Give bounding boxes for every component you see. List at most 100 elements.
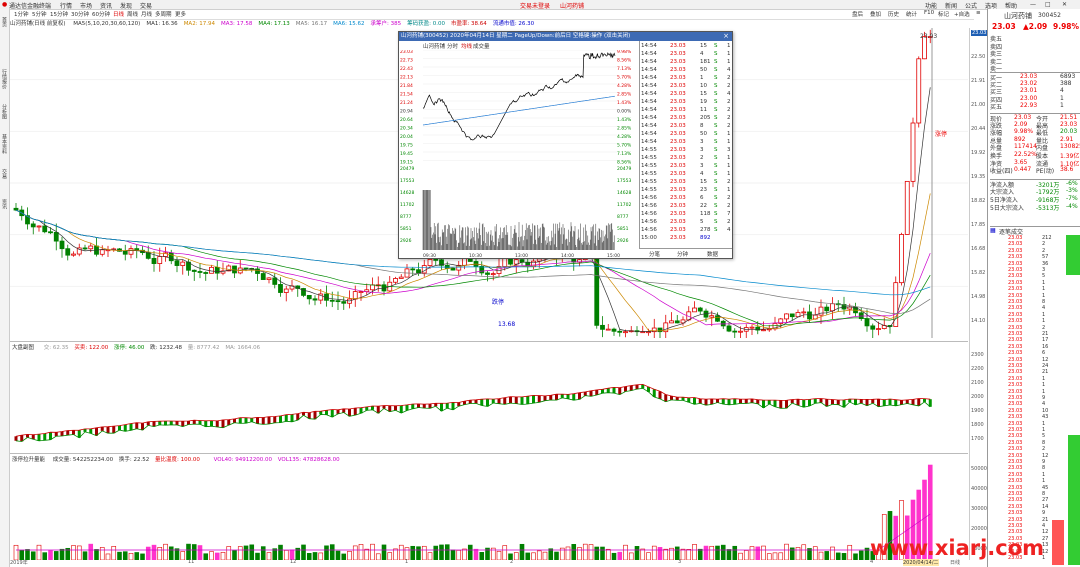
btn-panhou[interactable]: 盘后 xyxy=(852,10,863,18)
close-icon[interactable]: ✕ xyxy=(1062,1,1067,8)
trade-vol: 1 xyxy=(1042,382,1046,389)
intraday-popup[interactable]: 山河药铺(300452) 2020年04月14日 星期二 PageUp/Down… xyxy=(398,31,733,259)
order-book-cell: 23.00 xyxy=(1020,94,1038,102)
period-60min[interactable]: 60分钟 xyxy=(92,10,110,18)
ma-legend-item: MA3: 17.58 xyxy=(221,21,253,27)
tick-cell: 23.03 xyxy=(670,59,686,65)
volume-bar xyxy=(720,544,726,560)
btn-add-favorite[interactable]: +自选 xyxy=(954,10,970,18)
x-cursor-date: 2020/04/14/二 xyxy=(903,559,939,566)
popup-price-line xyxy=(422,52,616,141)
x-axis: 2019年 11 12 1 2 3 4 2020/04/14/二 日线 xyxy=(10,559,968,567)
popup-right-label: 17553 xyxy=(617,178,631,184)
popup-tab-stock[interactable]: 山河药铺 xyxy=(423,42,445,50)
popup-tab-timeshare[interactable]: 分时 xyxy=(447,42,458,50)
popup-tab-data[interactable]: 数据 xyxy=(707,250,718,258)
volume-bar xyxy=(191,544,197,560)
btn-stats[interactable]: 统计 xyxy=(906,10,917,18)
indicator-panel[interactable]: 大盘副图 交: 62.35 买卖: 122.00 涨停: 46.00 跌: 12… xyxy=(10,341,968,454)
popup-tab-minute[interactable]: 分钟 xyxy=(677,250,688,258)
popup-tab-avg[interactable]: 均线 xyxy=(461,42,472,50)
trade-vol: 6 xyxy=(1042,350,1046,357)
tick-cell: S xyxy=(714,107,718,113)
popup-close-icon[interactable]: × xyxy=(722,32,730,41)
trade-price: 23.03 xyxy=(1008,497,1023,504)
volume-panel[interactable]: 涨停拉升量能 成交量: 542252234.00 换手: 22.52 量比温度:… xyxy=(10,453,968,561)
period-monthly[interactable]: 月线 xyxy=(141,10,152,18)
candle xyxy=(88,245,94,250)
trade-vol: 24 xyxy=(1042,363,1049,369)
period-30min[interactable]: 30分钟 xyxy=(71,10,89,18)
tick-cell: 2 xyxy=(727,203,731,209)
volume-bar xyxy=(749,546,755,560)
candle xyxy=(272,277,278,285)
trade-price: 23.03 xyxy=(1008,267,1023,273)
indicator-line xyxy=(15,383,931,437)
rail-item[interactable]: 行情报价 xyxy=(1,69,8,89)
chart-title: 山河药铺(日线 前复权) xyxy=(10,21,66,27)
popup-tab-fenbi[interactable]: 分笔 xyxy=(649,250,660,258)
tick-row: 15:00 23.03 892 xyxy=(640,235,733,242)
tick-row: 14:55 23.03 23 S 1 xyxy=(640,187,733,194)
candle xyxy=(462,257,467,266)
popup-tab-volume[interactable]: 成交量 xyxy=(473,42,490,50)
period-5min[interactable]: 5分钟 xyxy=(32,10,47,18)
y-tick: 14.10 xyxy=(971,318,986,324)
x-tick: 2019年 xyxy=(10,560,28,566)
tick-cell: S xyxy=(714,51,718,57)
btn-history[interactable]: 历史 xyxy=(888,10,899,18)
period-more[interactable]: 更多 xyxy=(175,10,186,18)
rail-item[interactable]: 资讯 xyxy=(1,199,8,209)
volume-bar xyxy=(71,545,76,560)
candle xyxy=(283,288,289,293)
flow-row: 5日净流入 -9168万 -7% xyxy=(990,195,1080,204)
tick-list[interactable]: 14:54 23.03 15 S 1 14:54 23.03 4 S 1 14:54 23.03 181… xyxy=(639,41,733,248)
tick-cell: 15 xyxy=(700,179,707,185)
tick-cell: 1 xyxy=(700,75,704,81)
tick-cell: 14:55 xyxy=(641,171,657,177)
volume-bar xyxy=(226,546,232,560)
period-daily[interactable]: 日线 xyxy=(113,10,124,18)
popup-title[interactable]: 山河药铺(300452) 2020年04月14日 星期二 PageUp/Down… xyxy=(399,32,732,41)
flow-row: 大宗流入 -1792万 -3% xyxy=(990,187,1080,196)
rail-item[interactable]: 交易 xyxy=(1,169,8,179)
rail-item[interactable]: 基本资料 xyxy=(1,134,8,154)
tick-row: 14:54 23.03 3 S 1 xyxy=(640,139,733,146)
btn-overlay[interactable]: 叠加 xyxy=(870,10,881,18)
popup-left-label: 20.34 xyxy=(400,126,413,132)
btn-mark[interactable]: 标记 xyxy=(938,10,949,18)
minimize-icon[interactable]: — xyxy=(1030,1,1036,8)
tick-row: 14:54 23.03 11 S 2 xyxy=(640,107,733,114)
candle xyxy=(203,272,209,274)
maximize-icon[interactable]: □ xyxy=(1045,1,1051,8)
candle xyxy=(232,265,237,274)
period-multi[interactable]: 多周期 xyxy=(155,10,172,18)
popup-right-label: 5.70% xyxy=(617,75,632,81)
volume-bar xyxy=(301,544,306,560)
tick-cell: 14:54 xyxy=(641,123,657,129)
rail-item[interactable]: 首页 xyxy=(1,17,8,27)
tick-cell: 14:54 xyxy=(641,99,657,105)
period-weekly[interactable]: 周线 xyxy=(127,10,138,18)
period-15min[interactable]: 15分钟 xyxy=(50,10,68,18)
trade-price: 23.03 xyxy=(1008,401,1023,408)
tick-cell: 14:54 xyxy=(641,67,657,73)
popup-time-label: 13:00 xyxy=(515,253,528,258)
stats-row: 外盘117414内盘130825 xyxy=(990,143,1080,152)
period-1min[interactable]: 1分钟 xyxy=(14,10,29,18)
candle xyxy=(209,266,214,274)
tick-cell: S xyxy=(714,123,718,129)
popup-time-label: 10:30 xyxy=(469,253,482,258)
rail-item[interactable]: 分析图 xyxy=(1,104,8,119)
tick-cell: 23.03 xyxy=(670,131,686,137)
trade-price: 23.03 xyxy=(1008,247,1023,254)
tick-cell: 14:54 xyxy=(641,43,657,49)
menu-icon[interactable]: ≡ xyxy=(976,10,981,16)
tick-row: 14:55 23.03 2 S 1 xyxy=(640,155,733,162)
candle xyxy=(605,328,611,331)
tick-cell: 23.03 xyxy=(670,91,686,97)
tick-cell: 1 xyxy=(727,171,731,177)
trade-price: 23.03 xyxy=(1008,273,1023,280)
candle xyxy=(732,330,738,333)
btn-f10[interactable]: F10 xyxy=(924,10,934,16)
